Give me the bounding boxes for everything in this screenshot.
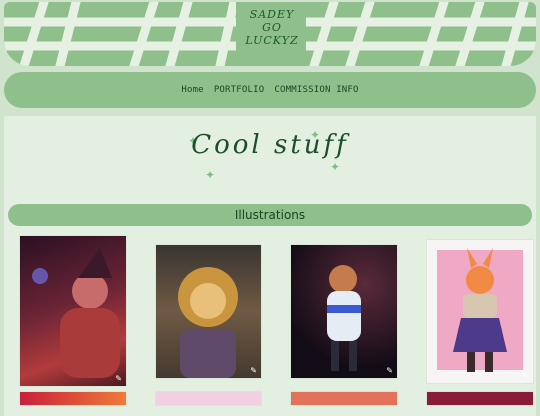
gallery-thumb[interactable] [156,392,261,405]
star-icon: ✦ [330,160,341,174]
nav-portfolio[interactable]: PORTFOLIO [214,85,265,95]
page-title: Cool stuff [191,130,349,160]
signature-icon: ✎ [250,366,257,375]
section-title: Illustrations [234,208,306,222]
gallery-thumb[interactable]: ✎ [20,236,126,386]
signature-icon: ✎ [115,374,122,383]
gallery-thumb[interactable] [20,392,126,405]
gallery-thumb[interactable]: ✎ [427,240,533,383]
site-logo[interactable]: SADEY GO LUCKYZ [244,8,300,54]
header-banner: SADEY GO LUCKYZ [4,2,536,66]
nav-home[interactable]: Home [181,85,203,95]
artwork-winter-coat [327,265,361,371]
artwork-witch [32,248,120,378]
signature-icon: ✎ [386,366,393,375]
section-header-illustrations: Illustrations [8,204,532,226]
gallery-thumb[interactable] [427,392,533,405]
signature-icon: ✎ [522,371,529,380]
logo-line: LUCKYZ [245,34,299,47]
gallery-thumb[interactable]: ✎ [291,245,397,378]
gallery-thumb[interactable]: ✎ [156,245,261,378]
logo-line: GO [262,21,282,34]
artwork-fox [437,248,523,372]
nav-commission-info[interactable]: COMMISSION INFO [274,85,358,95]
logo-line: SADEY [249,8,295,21]
gallery-thumb[interactable] [291,392,397,405]
main-nav: Home PORTFOLIO COMMISSION INFO [4,72,536,108]
artwork-lion [178,267,238,378]
star-icon: ✦ [205,168,216,182]
